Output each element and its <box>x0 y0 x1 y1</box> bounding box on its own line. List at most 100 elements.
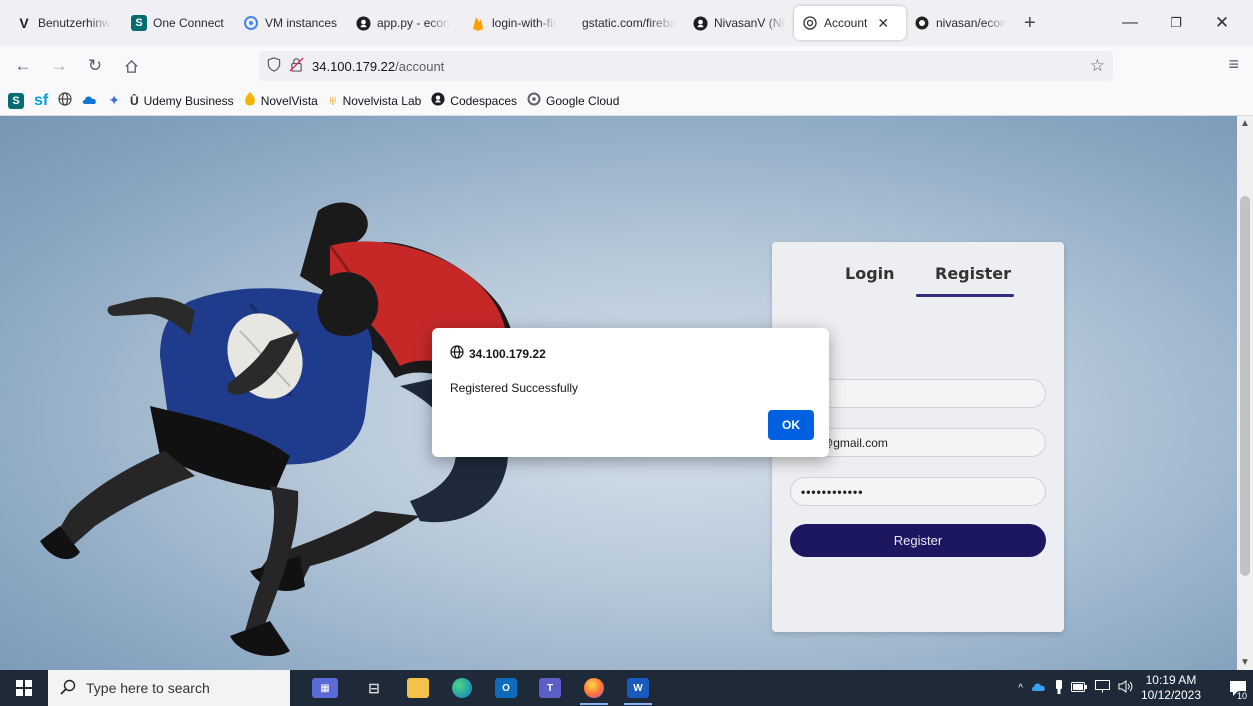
insecure-lock-icon[interactable] <box>289 57 304 75</box>
taskbar-outlook[interactable]: O <box>484 670 528 706</box>
close-window-icon[interactable]: ✕ <box>1199 0 1245 46</box>
windows-taskbar: Type here to search ▦ ⊟ O T W ^ 10:19 AM… <box>0 670 1253 706</box>
dialog-message: Registered Successfully <box>450 381 579 395</box>
scroll-thumb[interactable] <box>1240 196 1250 576</box>
scroll-up-icon[interactable]: ▲ <box>1237 118 1253 129</box>
taskbar-word[interactable]: W <box>616 670 660 706</box>
novelvista-icon <box>244 92 256 109</box>
windows-start-icon[interactable] <box>0 670 48 706</box>
bookmark-novelvista[interactable]: NovelVista <box>244 92 318 109</box>
taskbar-teams[interactable]: T <box>528 670 572 706</box>
folder-icon <box>407 678 429 698</box>
notification-center-icon[interactable]: 10 <box>1223 670 1253 706</box>
tab-gstatic[interactable]: gstatic.com/fireba <box>574 6 684 40</box>
minimize-icon[interactable]: — <box>1107 0 1153 46</box>
tab-nivasan-ecom[interactable]: nivasan/ecom <box>906 6 1014 40</box>
bookmark-novelvista-lab[interactable]: ♅ Novelvista Lab <box>328 93 421 108</box>
onedrive-icon[interactable] <box>1031 681 1047 695</box>
battery-icon[interactable] <box>1070 681 1087 695</box>
tab-nivasanv[interactable]: NivasanV (Niv <box>684 6 794 40</box>
chatgpt-icon <box>914 15 930 31</box>
page-scrollbar[interactable]: ▲ ▼ <box>1237 116 1253 670</box>
taskbar-task-view[interactable]: ⊟ <box>352 670 396 706</box>
tab-vm-instances[interactable]: VM instances <box>235 6 347 40</box>
salesforce-icon: sf <box>34 91 49 109</box>
udemy-icon: Û <box>129 93 139 108</box>
github-icon <box>431 92 445 109</box>
search-icon <box>60 679 76 698</box>
dialog-origin: 34.100.179.22 <box>450 345 546 362</box>
usb-icon[interactable] <box>1055 679 1063 697</box>
browser-tab-strip: V Benutzerhinw S One Connect VM instance… <box>0 0 1253 46</box>
google-cloud-icon <box>527 92 541 109</box>
bookmark-onedrive[interactable] <box>82 94 98 108</box>
sparkle-icon: ✦ <box>108 92 120 108</box>
firebase-icon <box>470 15 486 31</box>
openai-icon <box>802 15 818 31</box>
taskbar-clock[interactable]: 10:19 AM 10/12/2023 <box>1141 673 1201 703</box>
scroll-down-icon[interactable]: ▼ <box>1237 657 1253 668</box>
shield-icon[interactable] <box>267 57 281 75</box>
notification-count: 10 <box>1234 691 1249 701</box>
firefox-icon <box>584 678 604 698</box>
navigation-toolbar: ← → ↻ 34.100.179.22/account ☆ ≡ <box>0 46 1253 86</box>
novelvista-lab-icon: ♅ <box>327 93 338 108</box>
network-icon[interactable] <box>1094 680 1110 696</box>
forward-arrow-icon[interactable]: → <box>44 51 74 81</box>
url-host: 34.100.179.22 <box>312 58 396 74</box>
tab-app-py[interactable]: app.py - econ <box>347 6 462 40</box>
bookmark-codespaces[interactable]: Codespaces <box>431 92 517 109</box>
sharepoint-icon: S <box>8 92 24 109</box>
home-icon[interactable] <box>116 51 146 81</box>
back-arrow-icon[interactable]: ← <box>8 51 38 81</box>
url-path: /account <box>395 58 445 74</box>
github-icon <box>692 15 708 31</box>
reload-icon[interactable]: ↻ <box>80 51 110 81</box>
globe-icon <box>58 92 72 109</box>
taskbar-search-box[interactable]: Type here to search <box>48 670 290 706</box>
bookmark-sharepoint[interactable]: S <box>8 92 24 109</box>
tab-account[interactable]: Account ✕ <box>794 6 906 40</box>
edge-icon <box>452 678 472 698</box>
sharepoint-icon: S <box>131 15 147 31</box>
globe-icon <box>450 345 464 362</box>
bookmark-udemy-business[interactable]: Û Udemy Business <box>130 94 234 108</box>
tab-login[interactable]: Login <box>845 264 895 283</box>
taskbar-firefox[interactable] <box>572 670 616 706</box>
active-tab-indicator <box>916 294 1014 297</box>
word-icon: W <box>627 678 649 698</box>
calendar-widget-icon: ▦ <box>312 678 338 698</box>
onedrive-icon <box>82 94 98 108</box>
bookmarks-toolbar: S sf ✦ Û Udemy Business NovelVista ♅ Nov… <box>0 86 1253 116</box>
bookmark-star-icon[interactable]: ☆ <box>1090 56 1105 76</box>
ok-button[interactable]: OK <box>768 410 814 440</box>
register-button[interactable]: Register <box>790 524 1046 557</box>
address-bar[interactable]: 34.100.179.22/account ☆ <box>259 51 1113 81</box>
taskbar-calendar-widget[interactable]: ▦ <box>298 670 352 706</box>
tab-login-with-firebase[interactable]: login-with-fir <box>462 6 574 40</box>
task-view-icon: ⊟ <box>368 679 380 696</box>
v-logo-icon: V <box>19 15 29 31</box>
new-tab-icon[interactable]: + <box>1014 12 1046 35</box>
restore-icon[interactable]: ❐ <box>1153 0 1199 46</box>
tab-one-connect[interactable]: S One Connect <box>123 6 235 40</box>
teams-icon: T <box>539 678 561 698</box>
bookmark-sparkle[interactable]: ✦ <box>108 92 120 109</box>
bookmark-salesforce[interactable]: sf <box>34 92 48 110</box>
tab-register[interactable]: Register <box>935 264 1011 283</box>
github-icon <box>355 15 371 31</box>
taskbar-file-explorer[interactable] <box>396 670 440 706</box>
tab-benutzerhinweise[interactable]: V Benutzerhinw <box>8 6 123 40</box>
alert-dialog: 34.100.179.22 Registered Successfully OK <box>432 328 829 457</box>
taskbar-edge[interactable] <box>440 670 484 706</box>
volume-icon[interactable] <box>1118 680 1133 696</box>
gcp-icon <box>243 15 259 31</box>
hamburger-menu-icon[interactable]: ≡ <box>1228 54 1239 75</box>
show-hidden-icons-icon[interactable]: ^ <box>1018 683 1023 694</box>
bookmark-globe[interactable] <box>58 92 72 109</box>
password-input[interactable]: •••••••••••• <box>790 477 1046 506</box>
close-tab-icon[interactable]: ✕ <box>877 15 889 32</box>
outlook-icon: O <box>495 678 517 698</box>
system-tray: ^ 10:19 AM 10/12/2023 10 <box>1018 670 1253 706</box>
bookmark-google-cloud[interactable]: Google Cloud <box>527 92 619 109</box>
